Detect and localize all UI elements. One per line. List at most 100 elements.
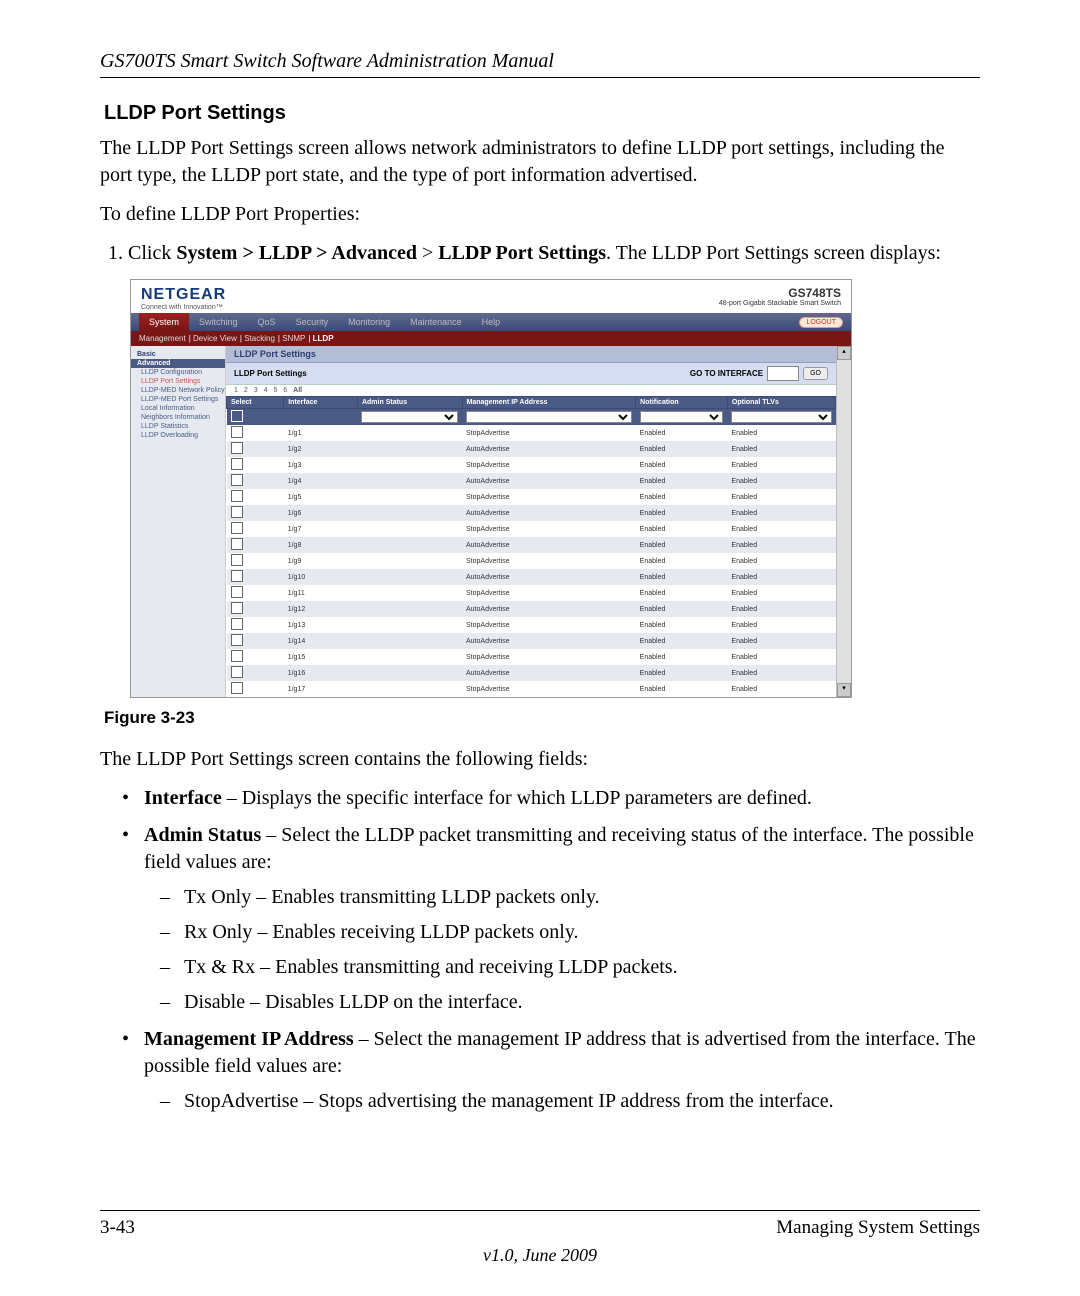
page-4[interactable]: 4 — [264, 387, 268, 394]
sub-panel-title: LLDP Port Settings — [234, 369, 307, 378]
cell-mip: StopAdvertise — [462, 617, 636, 633]
subnav-lldp[interactable]: LLDP — [313, 334, 334, 343]
cell-tlv: Enabled — [727, 601, 835, 617]
cell-mip: AutoAdvertise — [462, 505, 636, 521]
subnav-snmp[interactable]: SNMP — [282, 334, 305, 343]
row-checkbox[interactable] — [231, 586, 243, 598]
table-row: 1/g5StopAdvertiseEnabledEnabled — [227, 489, 836, 505]
cell-notif: Enabled — [636, 473, 728, 489]
page-6[interactable]: 6 — [283, 387, 287, 394]
row-checkbox[interactable] — [231, 506, 243, 518]
cell-notif: Enabled — [636, 681, 728, 697]
filter-admin[interactable] — [361, 411, 458, 423]
col-mgmt-ip: Management IP Address — [462, 397, 636, 409]
nav-switching[interactable]: Switching — [189, 313, 248, 331]
table-row: 1/g14AutoAdvertiseEnabledEnabled — [227, 633, 836, 649]
sidebar-basic[interactable]: Basic — [131, 350, 225, 359]
goto-input[interactable] — [767, 366, 799, 381]
row-checkbox[interactable] — [231, 554, 243, 566]
subnav-stacking[interactable]: Stacking — [244, 334, 275, 343]
sidebar-lldp-med-policy[interactable]: LLDP-MED Network Policy — [131, 386, 225, 395]
page-1[interactable]: 1 — [234, 387, 238, 394]
brand-tagline: Connect with Innovation™ — [141, 304, 226, 311]
nav-qos[interactable]: QoS — [248, 313, 286, 331]
nav-maintenance[interactable]: Maintenance — [400, 313, 472, 331]
sidebar-lldp-stats[interactable]: LLDP Statistics — [131, 422, 225, 431]
row-checkbox[interactable] — [231, 538, 243, 550]
admin-opt-disable: Disable – Disables LLDP on the interface… — [184, 989, 980, 1016]
cell-tlv: Enabled — [727, 473, 835, 489]
page-5[interactable]: 5 — [273, 387, 277, 394]
brand-logo: NETGEAR — [141, 286, 226, 304]
row-checkbox[interactable] — [231, 602, 243, 614]
scrollbar[interactable]: ▴ ▾ — [836, 346, 851, 697]
scroll-up-icon[interactable]: ▴ — [837, 346, 851, 360]
filter-tlv[interactable] — [731, 411, 831, 423]
cell-notif: Enabled — [636, 569, 728, 585]
page-3[interactable]: 3 — [254, 387, 258, 394]
row-checkbox[interactable] — [231, 522, 243, 534]
row-checkbox[interactable] — [231, 570, 243, 582]
step1-suffix: . The LLDP Port Settings screen displays… — [606, 242, 941, 264]
nav-system[interactable]: System — [139, 313, 189, 331]
sidebar-lldp-config[interactable]: LLDP Configuration — [131, 368, 225, 377]
row-checkbox[interactable] — [231, 458, 243, 470]
table-row: 1/g16AutoAdvertiseEnabledEnabled — [227, 665, 836, 681]
cell-tlv: Enabled — [727, 505, 835, 521]
cell-mip: StopAdvertise — [462, 457, 636, 473]
table-row: 1/g8AutoAdvertiseEnabledEnabled — [227, 537, 836, 553]
row-checkbox[interactable] — [231, 618, 243, 630]
row-checkbox[interactable] — [231, 682, 243, 694]
sidebar-lldp-med-port[interactable]: LLDP-MED Port Settings — [131, 395, 225, 404]
cell-notif: Enabled — [636, 489, 728, 505]
cell-admin — [357, 473, 462, 489]
subnav-device-view[interactable]: Device View — [193, 334, 237, 343]
sidebar-neighbors-info[interactable]: Neighbors Information — [131, 413, 225, 422]
logout-button[interactable]: LOGOUT — [799, 317, 843, 328]
go-button[interactable]: GO — [803, 367, 828, 380]
cell-notif: Enabled — [636, 633, 728, 649]
filter-notif[interactable] — [640, 411, 724, 423]
row-checkbox[interactable] — [231, 442, 243, 454]
table-row: 1/g17StopAdvertiseEnabledEnabled — [227, 681, 836, 697]
subnav-management[interactable]: Management — [139, 334, 186, 343]
cell-admin — [357, 569, 462, 585]
cell-interface: 1/g15 — [284, 649, 358, 665]
screenshot-lldp-port-settings: NETGEAR Connect with Innovation™ GS748TS… — [130, 279, 852, 698]
row-checkbox[interactable] — [231, 634, 243, 646]
cell-tlv: Enabled — [727, 617, 835, 633]
cell-admin — [357, 665, 462, 681]
goto-label: GO TO INTERFACE — [690, 369, 763, 378]
scroll-down-icon[interactable]: ▾ — [837, 683, 851, 697]
cell-interface: 1/g2 — [284, 441, 358, 457]
nav-monitoring[interactable]: Monitoring — [338, 313, 400, 331]
sidebar-lldp-overloading[interactable]: LLDP Overloading — [131, 431, 225, 440]
nav-help[interactable]: Help — [472, 313, 511, 331]
footer-page: 3-43 — [100, 1217, 135, 1239]
cell-interface: 1/g17 — [284, 681, 358, 697]
cell-interface: 1/g6 — [284, 505, 358, 521]
cell-interface: 1/g11 — [284, 585, 358, 601]
sub-nav: Management| Device View| Stacking| SNMP|… — [131, 331, 851, 346]
table-row: 1/g10AutoAdvertiseEnabledEnabled — [227, 569, 836, 585]
row-checkbox[interactable] — [231, 426, 243, 438]
cell-notif: Enabled — [636, 585, 728, 601]
row-checkbox[interactable] — [231, 666, 243, 678]
sidebar-advanced[interactable]: Advanced — [131, 359, 225, 368]
sidebar-lldp-port-settings[interactable]: LLDP Port Settings — [131, 377, 225, 386]
filter-mip[interactable] — [466, 411, 632, 423]
table-row: 1/g1StopAdvertiseEnabledEnabled — [227, 425, 836, 441]
cell-interface: 1/g8 — [284, 537, 358, 553]
sidebar-local-info[interactable]: Local Information — [131, 404, 225, 413]
admin-opt-txrx: Tx & Rx – Enables transmitting and recei… — [184, 954, 980, 981]
cell-notif: Enabled — [636, 505, 728, 521]
col-admin-status: Admin Status — [357, 397, 462, 409]
row-checkbox[interactable] — [231, 474, 243, 486]
page-2[interactable]: 2 — [244, 387, 248, 394]
select-all[interactable] — [231, 410, 243, 422]
cell-tlv: Enabled — [727, 569, 835, 585]
row-checkbox[interactable] — [231, 490, 243, 502]
row-checkbox[interactable] — [231, 650, 243, 662]
nav-security[interactable]: Security — [286, 313, 339, 331]
page-all[interactable]: All — [293, 387, 302, 394]
